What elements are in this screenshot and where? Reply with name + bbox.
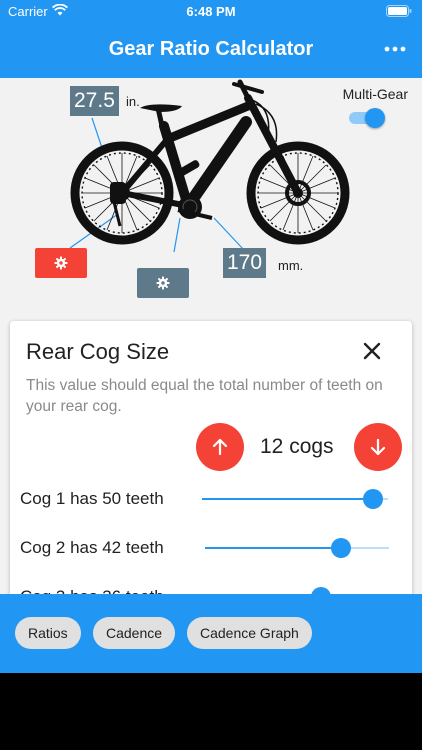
slider-thumb[interactable] <box>331 538 352 558</box>
slider-active-track <box>202 498 374 500</box>
arrow-up-icon <box>212 438 228 456</box>
arrow-down-icon <box>370 438 386 456</box>
crank-length-unit: mm. <box>278 258 304 273</box>
more-horizontal-icon <box>384 46 406 52</box>
gear-icon <box>156 276 170 290</box>
gear-icon <box>54 256 68 270</box>
cog-count: 12 cogs <box>260 435 334 458</box>
card-description: This value should equal the total number… <box>26 377 383 415</box>
cog-row: Cog 1 has 50 teeth <box>10 481 412 517</box>
multi-gear-label: Multi-Gear <box>342 86 408 102</box>
tab-cadence[interactable]: Cadence <box>93 617 176 649</box>
page-title: Gear Ratio Calculator <box>108 38 314 60</box>
slider-active-track <box>205 547 342 549</box>
cog-row-label: Cog 1 has 50 teeth <box>20 489 164 508</box>
rear-cog-settings-button[interactable] <box>35 248 87 278</box>
app-screen: Carrier 6:48 PM Gear Ratio Calculator 27… <box>0 0 422 673</box>
rear-cog-card: Rear Cog Size This value should equal th… <box>10 321 412 611</box>
increase-cogs-button[interactable] <box>196 423 244 471</box>
wheel-size-value[interactable]: 27.5 <box>70 86 119 116</box>
close-icon <box>363 342 381 360</box>
tab-cadence-graph[interactable]: Cadence Graph <box>187 617 312 649</box>
toggle-thumb <box>365 108 385 128</box>
battery-icon <box>386 5 412 20</box>
card-title: Rear Cog Size <box>26 339 170 364</box>
crank-length-value[interactable]: 170 <box>223 248 267 278</box>
status-bar: Carrier 6:48 PM <box>0 0 422 24</box>
decrease-cogs-button[interactable] <box>354 423 402 471</box>
clock: 6:48 PM <box>186 4 236 19</box>
cog-row: Cog 2 has 42 teeth <box>10 530 412 566</box>
close-button[interactable] <box>360 339 384 363</box>
chainring-settings-button[interactable] <box>137 268 189 298</box>
cog-slider[interactable] <box>205 536 389 560</box>
more-menu-button[interactable] <box>382 36 408 62</box>
cog-slider[interactable] <box>202 487 388 511</box>
wheel-size-unit: in. <box>126 94 140 109</box>
bike-diagram: 27.5 in. 170 mm. Multi-Gear <box>0 78 422 318</box>
app-bar: Carrier 6:48 PM Gear Ratio Calculator <box>0 0 422 78</box>
cog-row-label: Cog 2 has 42 teeth <box>20 538 164 557</box>
tab-ratios[interactable]: Ratios <box>15 617 81 649</box>
bottom-bar: Ratios Cadence Cadence Graph <box>0 594 422 673</box>
slider-thumb[interactable] <box>363 489 384 509</box>
multi-gear-toggle[interactable] <box>349 108 387 128</box>
